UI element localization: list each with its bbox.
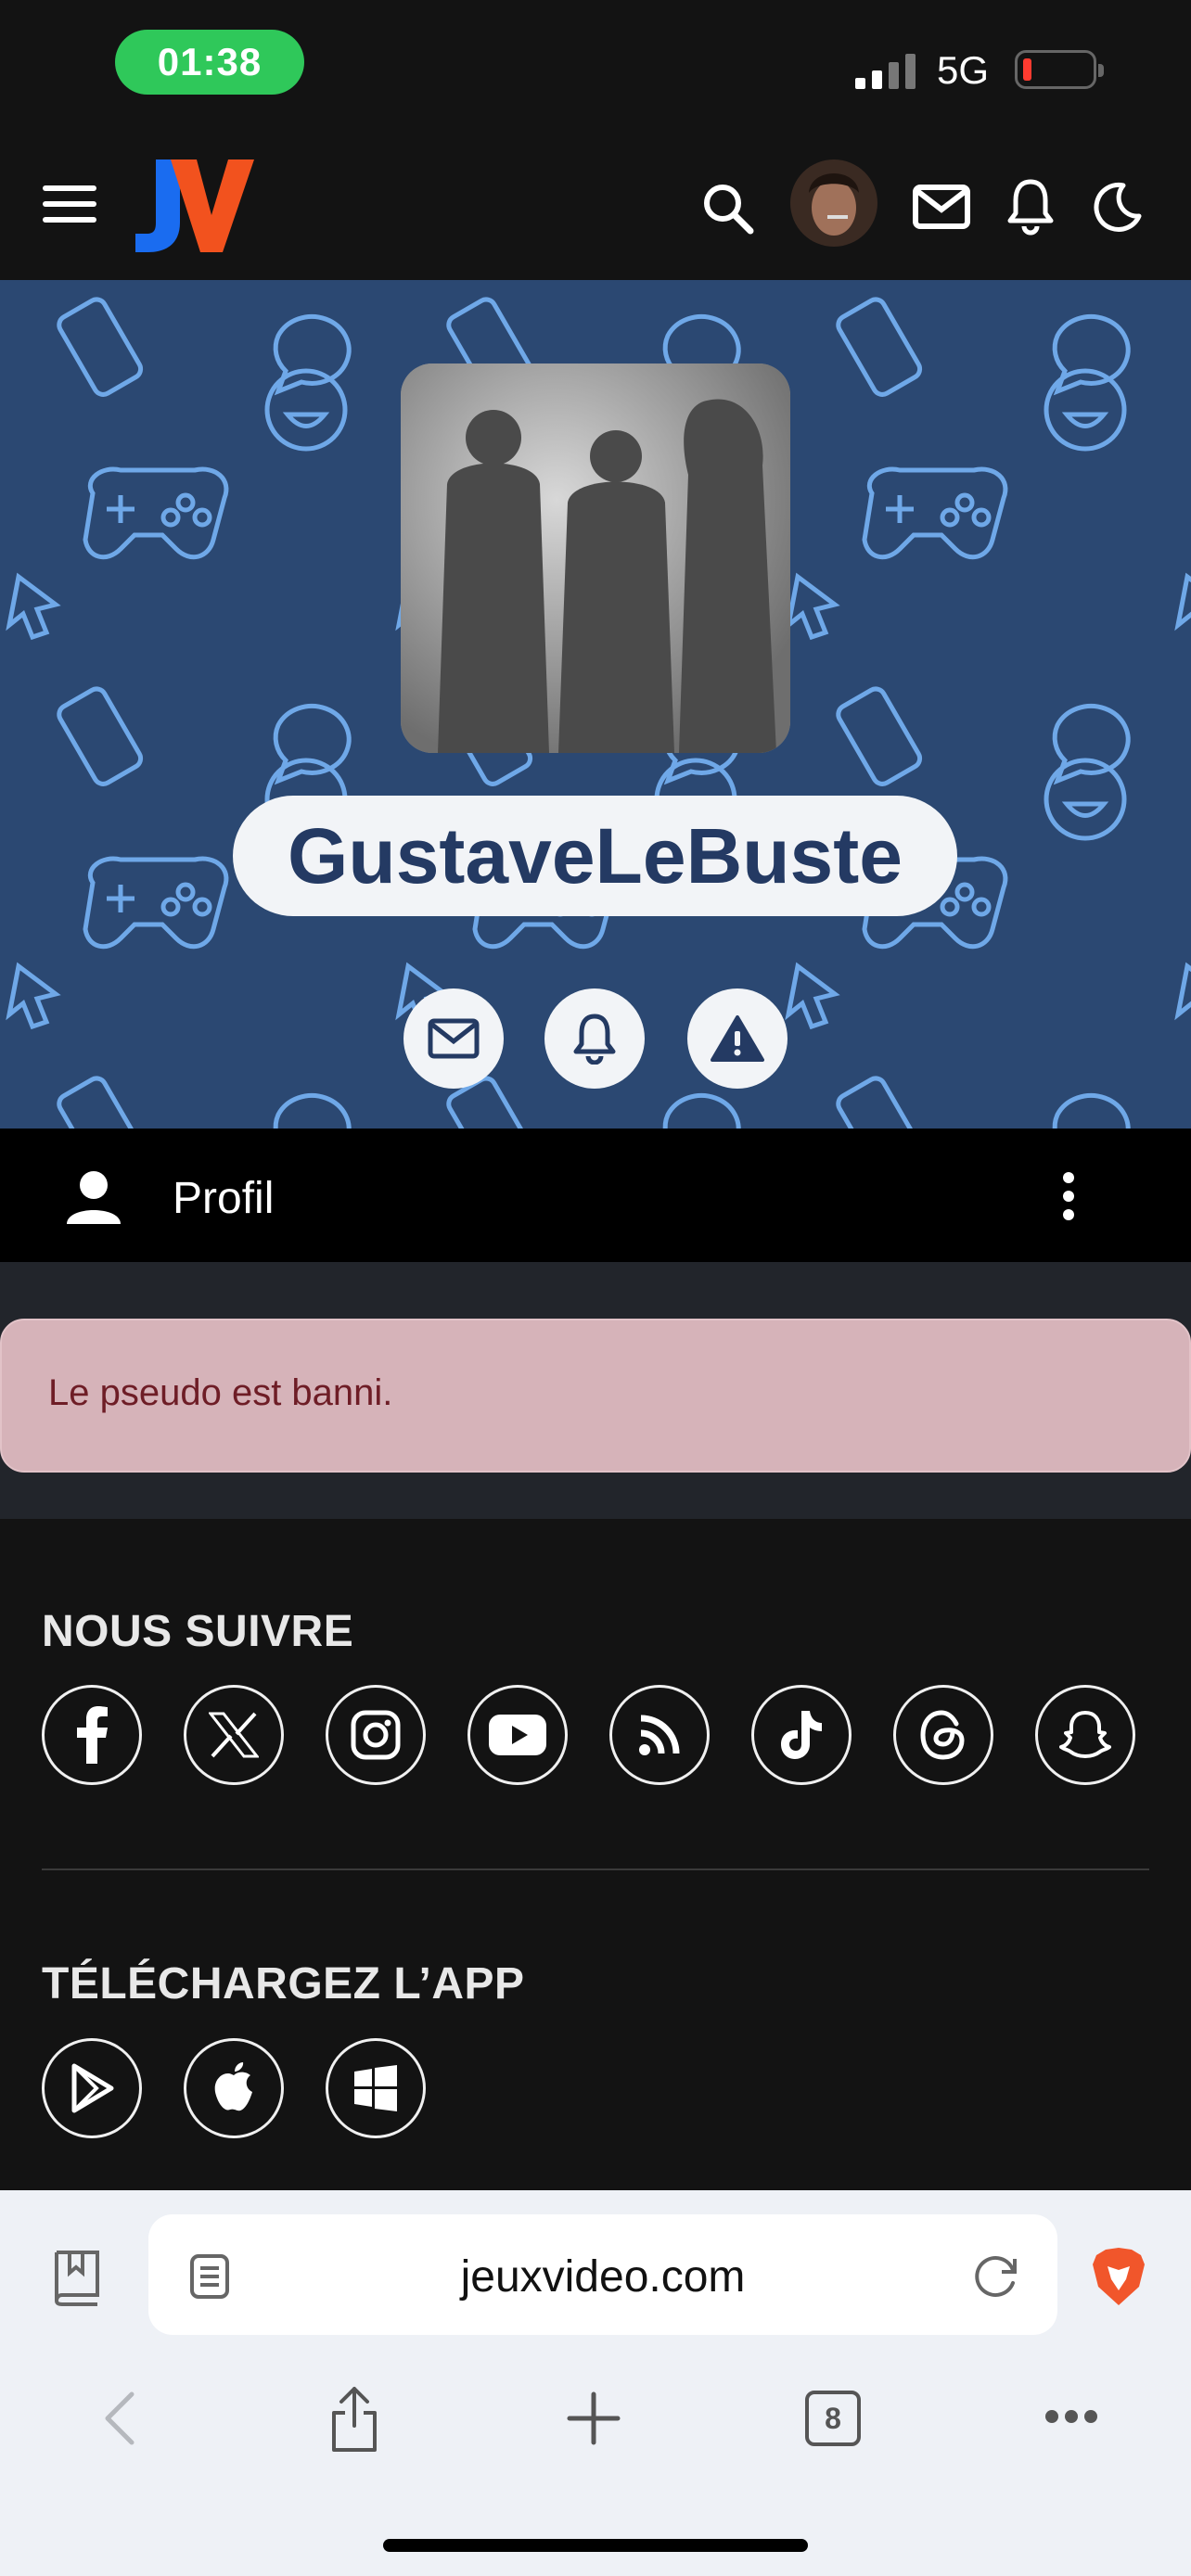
alert-message: Le pseudo est banni.: [48, 1372, 393, 1413]
brave-icon[interactable]: [1091, 2246, 1146, 2307]
threads-icon: [920, 1710, 965, 1760]
youtube-link[interactable]: [467, 1685, 568, 1785]
status-bar: 01:38 5G: [0, 0, 1191, 139]
dark-mode-toggle[interactable]: [1085, 176, 1150, 237]
user-icon: [67, 1171, 121, 1224]
more-options-button[interactable]: [1048, 1164, 1089, 1229]
mail-icon: [913, 185, 970, 229]
warning-icon: [711, 1015, 764, 1062]
footer-divider: [42, 1868, 1149, 1870]
back-icon[interactable]: [100, 2391, 137, 2446]
threads-link[interactable]: [893, 1685, 993, 1785]
share-icon[interactable]: [328, 2385, 380, 2454]
facebook-icon: [77, 1706, 108, 1764]
notifications-button[interactable]: [998, 172, 1063, 241]
search-button[interactable]: [696, 176, 761, 241]
kebab-menu-icon: [1063, 1172, 1074, 1220]
send-message-button[interactable]: [403, 988, 504, 1089]
instagram-link[interactable]: [326, 1685, 426, 1785]
network-label: 5G: [937, 48, 990, 92]
reload-icon[interactable]: [970, 2251, 1020, 2302]
mail-icon: [428, 1018, 480, 1059]
search-icon: [704, 185, 754, 235]
ban-alert: Le pseudo est banni.: [0, 1319, 1191, 1473]
google-play-icon: [71, 2063, 114, 2113]
google-play-link[interactable]: [42, 2038, 142, 2138]
app-heading: TÉLÉCHARGEZ L’APP: [42, 1959, 525, 2009]
tab-profil[interactable]: Profil: [173, 1173, 274, 1224]
windows-icon: [354, 2065, 397, 2111]
bell-icon: [1007, 179, 1054, 236]
instagram-icon: [351, 1710, 401, 1760]
mail-button[interactable]: [909, 176, 974, 237]
home-indicator: [383, 2539, 808, 2552]
username-badge: GustaveLeBuste: [233, 796, 957, 916]
tiktok-link[interactable]: [751, 1685, 852, 1785]
snapchat-icon: [1059, 1711, 1111, 1758]
apple-icon: [214, 2062, 252, 2111]
report-button[interactable]: [687, 988, 788, 1089]
apple-store-link[interactable]: [184, 2038, 284, 2138]
new-tab-icon[interactable]: [566, 2391, 621, 2446]
more-icon[interactable]: [1044, 2409, 1098, 2424]
status-time: 01:38: [115, 30, 304, 95]
bookmarks-button[interactable]: [45, 2244, 109, 2309]
x-icon: [209, 1712, 259, 1758]
tabs-button[interactable]: 8: [805, 2391, 861, 2446]
x-link[interactable]: [184, 1685, 284, 1785]
signal-icon: [855, 54, 916, 89]
username: GustaveLeBuste: [288, 811, 903, 899]
address-bar[interactable]: jeuxvideo.com: [148, 2214, 1057, 2335]
snapchat-link[interactable]: [1035, 1685, 1135, 1785]
facebook-link[interactable]: [42, 1685, 142, 1785]
bell-icon: [573, 1014, 616, 1065]
jv-logo[interactable]: [130, 159, 256, 252]
windows-store-link[interactable]: [326, 2038, 426, 2138]
profile-picture: [401, 363, 790, 753]
menu-button[interactable]: [37, 176, 102, 232]
follow-notifications-button[interactable]: [544, 988, 645, 1089]
bookmarks-icon: [54, 2251, 99, 2306]
youtube-icon: [489, 1715, 546, 1755]
rss-link[interactable]: [609, 1685, 710, 1785]
battery-icon: [1015, 50, 1104, 89]
follow-heading: NOUS SUIVRE: [42, 1607, 354, 1656]
moon-icon: [1094, 182, 1142, 232]
tiktok-icon: [781, 1711, 822, 1759]
avatar[interactable]: [790, 159, 877, 247]
hamburger-icon: [43, 185, 96, 223]
url-text[interactable]: jeuxvideo.com: [148, 2251, 1057, 2302]
rss-icon: [639, 1715, 680, 1755]
